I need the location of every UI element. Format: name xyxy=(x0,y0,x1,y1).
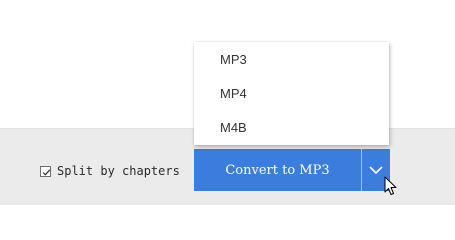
split-by-chapters-option[interactable]: Split by chapters xyxy=(40,163,180,179)
chevron-down-icon xyxy=(369,166,383,174)
convert-button-group: Convert to MP3 xyxy=(194,149,390,191)
checkmark-icon xyxy=(42,168,51,176)
split-by-chapters-label: Split by chapters xyxy=(57,164,180,178)
convert-button[interactable]: Convert to MP3 xyxy=(194,149,361,191)
menu-item-mp3[interactable]: MP3 xyxy=(194,43,389,77)
menu-item-mp4[interactable]: MP4 xyxy=(194,77,389,111)
mouse-cursor-icon xyxy=(384,176,397,195)
menu-item-m4b[interactable]: M4B xyxy=(194,111,389,145)
split-by-chapters-checkbox[interactable] xyxy=(40,165,51,177)
format-dropdown-menu: MP3 MP4 M4B xyxy=(194,42,389,145)
